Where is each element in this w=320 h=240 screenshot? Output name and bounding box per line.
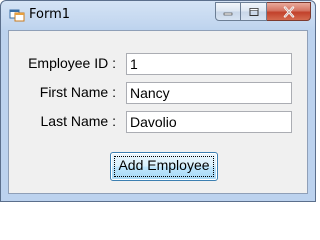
focus-rectangle	[114, 156, 214, 177]
add-employee-button[interactable]: Add Employee	[110, 152, 218, 181]
winforms-app-icon[interactable]	[9, 8, 25, 22]
first-name-field[interactable]: Nancy	[126, 82, 292, 104]
close-button[interactable]	[267, 2, 311, 21]
maximize-button[interactable]	[241, 2, 267, 21]
employee-id-field[interactable]: 1	[126, 53, 292, 75]
last-name-label: Last Name :	[40, 113, 116, 129]
title-bar[interactable]: Form1	[1, 1, 315, 29]
form1-window: Form1 Employee ID: 1 First Name: Nancy…	[0, 0, 316, 202]
caption-buttons	[215, 2, 311, 21]
employee-id-label: Employee ID :	[28, 55, 116, 71]
minimize-button[interactable]	[215, 2, 241, 21]
window-title: Form1	[29, 7, 71, 22]
first-name-label: First Name :	[39, 84, 116, 100]
form-client-area: Employee ID : 1 First Name : Nancy Last …	[8, 30, 308, 194]
last-name-field[interactable]: Davolio	[126, 111, 292, 133]
